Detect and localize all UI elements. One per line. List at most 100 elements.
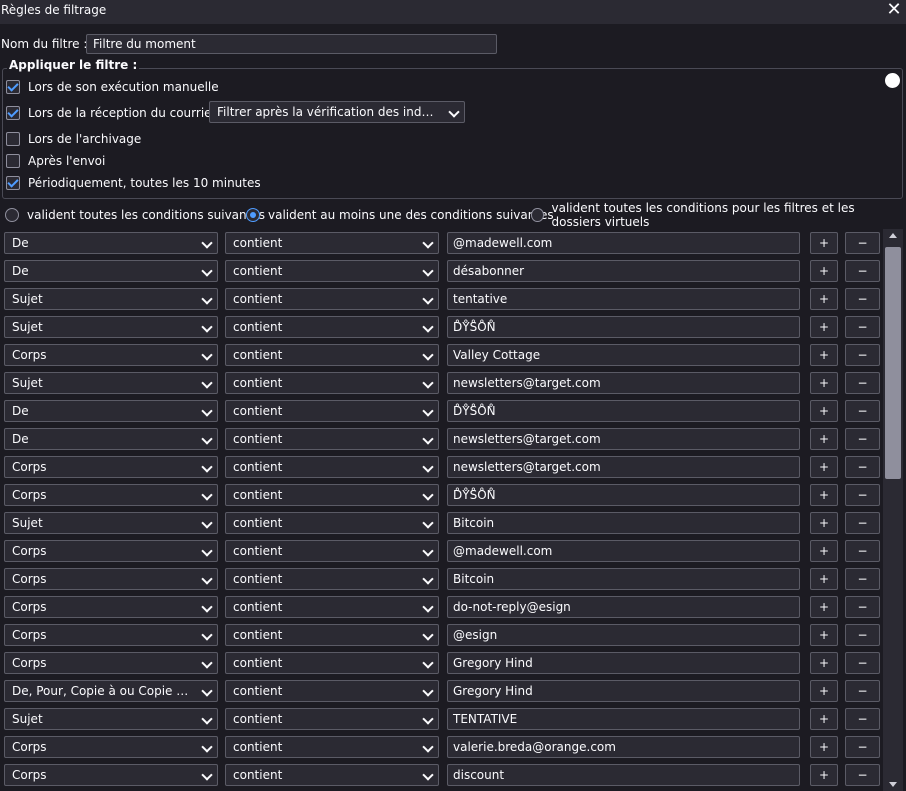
rule-value-input[interactable]: @madewell.com xyxy=(447,540,800,562)
rule-field-select[interactable]: De xyxy=(4,400,218,422)
rule-operator-select[interactable]: contient xyxy=(225,484,439,506)
match-all-option[interactable]: valident toutes les conditions suivantes xyxy=(5,205,265,225)
rule-operator-select[interactable]: contient xyxy=(225,764,439,786)
rule-value-input[interactable]: discount xyxy=(447,764,800,786)
remove-rule-button[interactable]: − xyxy=(845,484,880,506)
rule-value-input[interactable]: do-not-reply@esign xyxy=(447,596,800,618)
scroll-down-icon[interactable] xyxy=(889,782,897,787)
checkbox-on-archive[interactable] xyxy=(6,132,20,146)
rule-field-select[interactable]: De xyxy=(4,232,218,254)
rule-value-input[interactable]: @madewell.com xyxy=(447,232,800,254)
rule-field-select[interactable]: Sujet xyxy=(4,288,218,310)
rule-operator-select[interactable]: contient xyxy=(225,708,439,730)
rule-field-select[interactable]: Corps xyxy=(4,484,218,506)
rule-field-select[interactable]: Sujet xyxy=(4,316,218,338)
add-rule-button[interactable]: + xyxy=(810,344,838,366)
toggle-dot-icon[interactable] xyxy=(885,73,900,88)
remove-rule-button[interactable]: − xyxy=(845,624,880,646)
option-on-receive[interactable]: Lors de la réception du courrier : xyxy=(6,104,224,122)
add-rule-button[interactable]: + xyxy=(810,512,838,534)
rule-list-scrollbar[interactable] xyxy=(883,229,903,791)
rule-operator-select[interactable]: contient xyxy=(225,596,439,618)
scroll-up-icon[interactable] xyxy=(889,233,897,238)
rule-field-select[interactable]: Corps xyxy=(4,596,218,618)
remove-rule-button[interactable]: − xyxy=(845,456,880,478)
rule-field-select[interactable]: Corps xyxy=(4,456,218,478)
rule-value-input[interactable]: newsletters@target.com xyxy=(447,372,800,394)
rule-operator-select[interactable]: contient xyxy=(225,400,439,422)
rule-value-input[interactable]: D̊Y̊S̊O̊N̊ xyxy=(447,316,800,338)
remove-rule-button[interactable]: − xyxy=(845,540,880,562)
rule-operator-select[interactable]: contient xyxy=(225,428,439,450)
rule-operator-select[interactable]: contient xyxy=(225,736,439,758)
rule-operator-select[interactable]: contient xyxy=(225,288,439,310)
add-rule-button[interactable]: + xyxy=(810,372,838,394)
rule-field-select[interactable]: Sujet xyxy=(4,708,218,730)
rule-operator-select[interactable]: contient xyxy=(225,568,439,590)
remove-rule-button[interactable]: − xyxy=(845,400,880,422)
rule-field-select[interactable]: Sujet xyxy=(4,512,218,534)
remove-rule-button[interactable]: − xyxy=(845,232,880,254)
checkbox-periodic[interactable] xyxy=(6,176,20,190)
rule-value-input[interactable]: TENTATIVE xyxy=(447,708,800,730)
rule-operator-select[interactable]: contient xyxy=(225,540,439,562)
rule-operator-select[interactable]: contient xyxy=(225,512,439,534)
match-all-virtual-option[interactable]: valident toutes les conditions pour les … xyxy=(531,201,906,229)
rule-field-select[interactable]: Corps xyxy=(4,568,218,590)
remove-rule-button[interactable]: − xyxy=(845,260,880,282)
option-on-archive[interactable]: Lors de l'archivage xyxy=(6,130,141,148)
fetch-timing-select[interactable]: Filtrer après la vérification des indési… xyxy=(209,101,465,123)
add-rule-button[interactable]: + xyxy=(810,484,838,506)
option-after-send[interactable]: Après l'envoi xyxy=(6,152,105,170)
rule-field-select[interactable]: Corps xyxy=(4,652,218,674)
rule-operator-select[interactable]: contient xyxy=(225,232,439,254)
remove-rule-button[interactable]: − xyxy=(845,708,880,730)
rule-value-input[interactable]: newsletters@target.com xyxy=(447,456,800,478)
checkbox-manual-run[interactable] xyxy=(6,80,20,94)
scroll-thumb[interactable] xyxy=(885,247,901,479)
remove-rule-button[interactable]: − xyxy=(845,372,880,394)
add-rule-button[interactable]: + xyxy=(810,232,838,254)
rule-value-input[interactable]: Gregory Hind xyxy=(447,652,800,674)
remove-rule-button[interactable]: − xyxy=(845,596,880,618)
rule-value-input[interactable]: D̊Y̊S̊O̊N̊ xyxy=(447,400,800,422)
add-rule-button[interactable]: + xyxy=(810,540,838,562)
rule-value-input[interactable]: Valley Cottage xyxy=(447,344,800,366)
close-icon[interactable]: ✕ xyxy=(884,0,904,21)
remove-rule-button[interactable]: − xyxy=(845,764,880,786)
remove-rule-button[interactable]: − xyxy=(845,288,880,310)
rule-operator-select[interactable]: contient xyxy=(225,316,439,338)
remove-rule-button[interactable]: − xyxy=(845,680,880,702)
add-rule-button[interactable]: + xyxy=(810,260,838,282)
rule-operator-select[interactable]: contient xyxy=(225,680,439,702)
rule-value-input[interactable]: tentative xyxy=(447,288,800,310)
remove-rule-button[interactable]: − xyxy=(845,568,880,590)
add-rule-button[interactable]: + xyxy=(810,764,838,786)
rule-field-select[interactable]: Corps xyxy=(4,624,218,646)
add-rule-button[interactable]: + xyxy=(810,708,838,730)
add-rule-button[interactable]: + xyxy=(810,736,838,758)
rule-value-input[interactable]: newsletters@target.com xyxy=(447,428,800,450)
option-manual-run[interactable]: Lors de son exécution manuelle xyxy=(6,78,219,96)
checkbox-after-send[interactable] xyxy=(6,154,20,168)
rule-field-select[interactable]: Corps xyxy=(4,344,218,366)
rule-value-input[interactable]: Bitcoin xyxy=(447,512,800,534)
remove-rule-button[interactable]: − xyxy=(845,652,880,674)
rule-operator-select[interactable]: contient xyxy=(225,652,439,674)
match-any-option[interactable]: valident au moins une des conditions sui… xyxy=(246,205,554,225)
add-rule-button[interactable]: + xyxy=(810,400,838,422)
radio-match-all-virtual[interactable] xyxy=(531,208,544,222)
add-rule-button[interactable]: + xyxy=(810,456,838,478)
rule-field-select[interactable]: Corps xyxy=(4,764,218,786)
rule-value-input[interactable]: Bitcoin xyxy=(447,568,800,590)
rule-value-input[interactable]: Gregory Hind xyxy=(447,680,800,702)
rule-operator-select[interactable]: contient xyxy=(225,624,439,646)
add-rule-button[interactable]: + xyxy=(810,568,838,590)
option-periodic[interactable]: Périodiquement, toutes les 10 minutes xyxy=(6,174,261,192)
remove-rule-button[interactable]: − xyxy=(845,344,880,366)
rule-value-input[interactable]: @esign xyxy=(447,624,800,646)
rule-value-input[interactable]: désabonner xyxy=(447,260,800,282)
remove-rule-button[interactable]: − xyxy=(845,736,880,758)
rule-field-select[interactable]: Corps xyxy=(4,736,218,758)
add-rule-button[interactable]: + xyxy=(810,316,838,338)
